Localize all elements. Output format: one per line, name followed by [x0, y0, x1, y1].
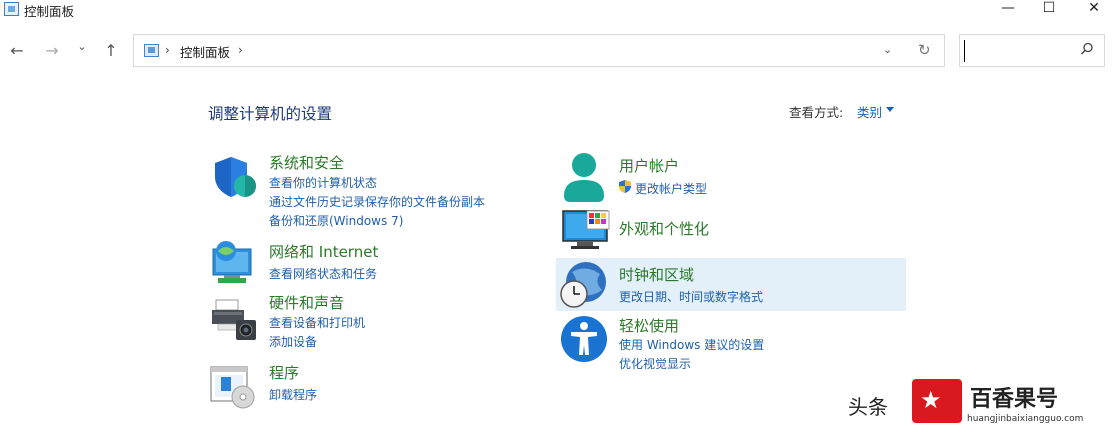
programs-icon[interactable] [209, 365, 259, 411]
breadcrumb-separator[interactable]: › [165, 43, 170, 57]
uac-shield-icon [619, 180, 631, 193]
user-icon[interactable] [562, 152, 606, 204]
refresh-icon[interactable]: ↻ [918, 41, 931, 59]
shield-icon[interactable] [211, 155, 257, 201]
category-user-accounts[interactable]: 用户帐户 [619, 155, 679, 176]
link-file-history[interactable]: 通过文件历史记录保存你的文件备份副本 [269, 193, 485, 210]
watermark-url: huangjinbaixiangguo.com [967, 414, 1084, 424]
link-network-status[interactable]: 查看网络状态和任务 [269, 265, 377, 282]
breadcrumb-control-panel[interactable]: 控制面板 [180, 42, 230, 61]
breadcrumb-separator[interactable]: › [238, 43, 243, 57]
up-button[interactable]: ↑ [101, 41, 121, 60]
back-button[interactable]: ← [7, 41, 27, 60]
view-by-dropdown[interactable]: 类别 [857, 102, 882, 121]
category-appearance[interactable]: 外观和个性化 [619, 218, 709, 239]
view-by-label: 查看方式: [789, 105, 844, 120]
minimize-button[interactable]: — [985, 0, 1031, 18]
window-title: 控制面板 [24, 4, 75, 19]
accessibility-icon[interactable] [560, 315, 608, 363]
link-change-account-type[interactable]: 更改帐户类型 [635, 180, 707, 197]
link-add-device[interactable]: 添加设备 [269, 333, 317, 350]
category-programs[interactable]: 程序 [269, 362, 299, 383]
watermark-brand: 百香果号 [970, 387, 1059, 412]
search-input[interactable] [964, 40, 1079, 62]
chevron-down-icon[interactable]: ⌄ [883, 43, 892, 56]
close-button[interactable]: ✕ [1071, 0, 1117, 18]
address-bar[interactable]: › 控制面板 › ⌄ ↻ [133, 34, 945, 67]
printer-icon[interactable] [210, 298, 258, 342]
watermark-logo: ★ [912, 379, 962, 423]
star-icon: ★ [920, 386, 942, 414]
category-clock-region[interactable]: 时钟和区域 [619, 264, 694, 285]
link-view-computer-status[interactable]: 查看你的计算机状态 [269, 174, 377, 191]
caret-down-icon[interactable] [886, 107, 894, 112]
category-hardware-sound[interactable]: 硬件和声音 [269, 292, 344, 313]
category-system-security[interactable]: 系统和安全 [269, 152, 344, 173]
link-uninstall-program[interactable]: 卸载程序 [269, 386, 317, 403]
category-ease-of-access[interactable]: 轻松使用 [619, 315, 679, 336]
watermark-prefix: 头条 [848, 395, 888, 419]
link-backup-restore[interactable]: 备份和还原(Windows 7) [269, 212, 403, 229]
page-title: 调整计算机的设置 [208, 105, 333, 123]
control-panel-icon [4, 2, 19, 16]
forward-button[interactable]: → [42, 41, 62, 60]
monitor-icon[interactable] [561, 209, 611, 251]
search-box[interactable] [959, 34, 1105, 67]
clock-globe-icon[interactable] [558, 260, 610, 310]
network-icon[interactable] [210, 239, 256, 285]
search-icon[interactable] [1080, 42, 1094, 56]
link-recommended-settings[interactable]: 使用 Windows 建议的设置 [619, 336, 764, 353]
control-panel-icon [144, 44, 159, 57]
title-bar: 控制面板 — ☐ ✕ [0, 0, 1117, 22]
recent-locations-button[interactable]: ⌄ [72, 40, 92, 53]
link-change-date-time-format[interactable]: 更改日期、时间或数字格式 [619, 288, 763, 305]
maximize-button[interactable]: ☐ [1026, 0, 1072, 18]
category-network-internet[interactable]: 网络和 Internet [269, 241, 378, 262]
link-devices-printers[interactable]: 查看设备和打印机 [269, 314, 365, 331]
link-optimize-visual-display[interactable]: 优化视觉显示 [619, 355, 691, 372]
